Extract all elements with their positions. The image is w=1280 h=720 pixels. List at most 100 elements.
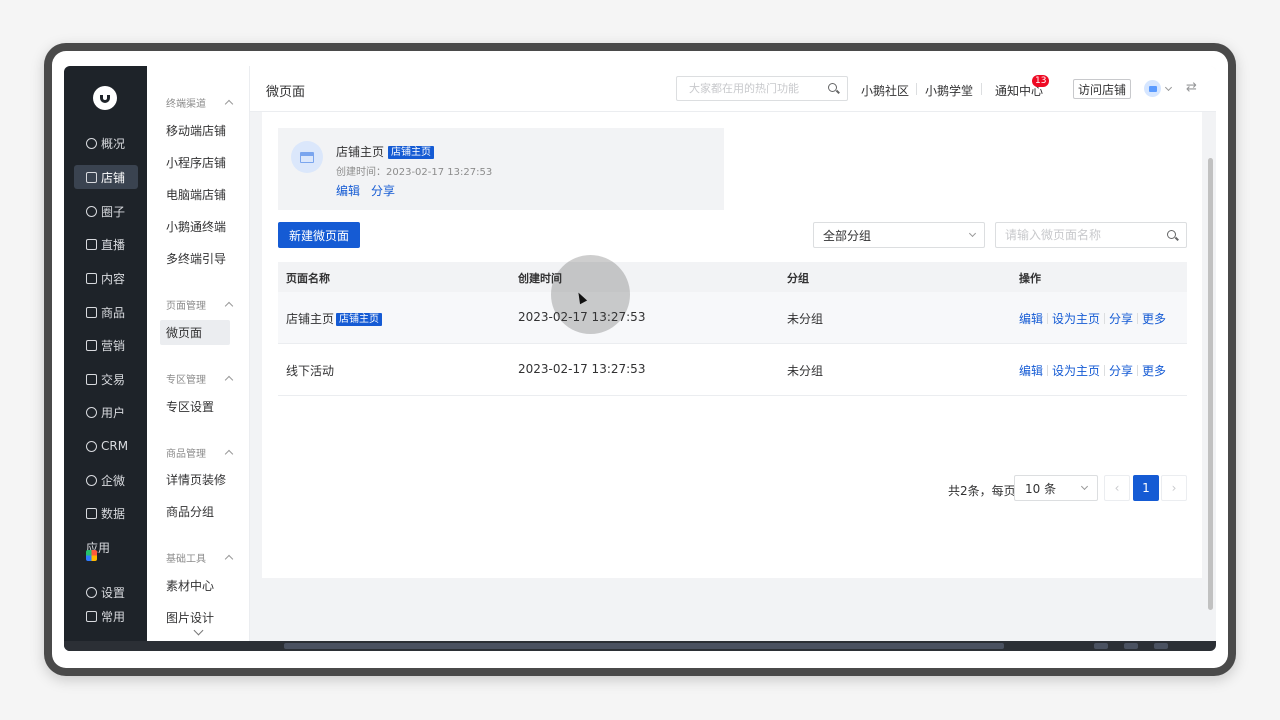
nav-item-frequent[interactable]: 常用 xyxy=(74,604,138,628)
share-link[interactable]: 分享 xyxy=(1109,310,1133,327)
group-cell: 未分组 xyxy=(787,312,824,326)
more-link[interactable]: 更多 xyxy=(1142,310,1166,327)
bottom-dock xyxy=(64,641,1216,651)
subnav-item-micro-page[interactable]: 微页面 xyxy=(160,320,230,345)
group-select[interactable]: 全部分组 xyxy=(813,222,985,248)
new-micro-page-button[interactable]: 新建微页面 xyxy=(278,222,360,248)
nav-item-overview[interactable]: 概况 xyxy=(74,131,138,155)
page-search-input[interactable] xyxy=(1005,228,1155,242)
page-name-cell: 店铺主页 店铺主页 xyxy=(286,310,383,327)
nav-item-store[interactable]: 店铺 xyxy=(74,165,138,189)
subnav-item-goods-group[interactable]: 商品分组 xyxy=(160,499,230,524)
home-card-edit-link[interactable]: 编辑 xyxy=(336,182,360,199)
nav-item-community[interactable]: 圈子 xyxy=(74,199,138,223)
screen: 概况 店铺 圈子 直播 内容 商品 营销 交易 用户 CRM 企微 数据 应用 … xyxy=(52,51,1228,668)
divider xyxy=(981,83,982,95)
subnav-group-tools[interactable]: 基础工具 xyxy=(166,550,234,565)
global-search[interactable] xyxy=(676,76,848,101)
nav-item-wecom[interactable]: 企微 xyxy=(74,468,138,492)
swap-icon[interactable]: ⇄ xyxy=(1186,80,1197,95)
store-icon xyxy=(291,141,323,173)
subnav-group-pages[interactable]: 页面管理 xyxy=(166,297,234,312)
share-link[interactable]: 分享 xyxy=(1109,362,1133,379)
nav-item-label: 概况 xyxy=(101,136,126,151)
nav-item-label: 内容 xyxy=(101,271,126,286)
user-icon xyxy=(86,406,97,418)
dock-icon[interactable] xyxy=(1094,643,1108,649)
table-row[interactable]: 店铺主页 店铺主页 2023-02-17 13:27:53 未分组 编辑 设为主页… xyxy=(278,292,1187,344)
set-home-link[interactable]: 设为主页 xyxy=(1052,310,1100,327)
nav-item-goods[interactable]: 商品 xyxy=(74,300,138,324)
nav-item-marketing[interactable]: 营销 xyxy=(74,333,138,357)
crm-icon xyxy=(86,440,97,452)
chevron-up-icon xyxy=(224,99,234,109)
nav-item-user[interactable]: 用户 xyxy=(74,400,138,424)
global-search-input[interactable] xyxy=(689,82,819,95)
subnav-item-miniprogram-store[interactable]: 小程序店铺 xyxy=(160,150,230,175)
chevron-up-icon xyxy=(224,554,234,564)
subnav-item-pc-store[interactable]: 电脑端店铺 xyxy=(160,182,230,207)
page-size-select[interactable]: 10 条 xyxy=(1014,475,1098,501)
subnav-group-goods[interactable]: 商品管理 xyxy=(166,445,234,460)
nav-item-label: CRM xyxy=(101,439,129,453)
table-row[interactable]: 线下活动 2023-02-17 13:27:53 未分组 编辑 设为主页 分享 … xyxy=(278,344,1187,396)
avatar[interactable] xyxy=(1144,80,1161,97)
chevron-left-icon: ‹ xyxy=(1114,481,1120,495)
page-name[interactable]: 店铺主页 xyxy=(286,312,334,326)
nav-item-settings[interactable]: 设置 xyxy=(74,580,138,604)
chevron-down-icon xyxy=(1080,482,1089,491)
nav-item-label: 设置 xyxy=(101,585,126,600)
edit-link[interactable]: 编辑 xyxy=(1019,362,1043,379)
page-number-button[interactable]: 1 xyxy=(1133,475,1159,501)
divider xyxy=(916,83,917,95)
chevron-down-icon xyxy=(968,229,977,238)
apps-icon xyxy=(86,550,97,561)
page-name-cell[interactable]: 线下活动 xyxy=(286,362,334,379)
nav-item-data[interactable]: 数据 xyxy=(74,501,138,525)
subnav-group-title: 页面管理 xyxy=(166,301,206,312)
app-logo[interactable] xyxy=(93,86,117,110)
column-header-group: 分组 xyxy=(787,272,809,285)
subnav-item-image-design[interactable]: 图片设计 xyxy=(160,605,230,630)
store-home-card: 店铺主页 店铺主页 创建时间：2023-02-17 13:27:53 编辑 分享 xyxy=(278,128,724,210)
notification-badge: 13 xyxy=(1032,75,1050,87)
nav-item-apps[interactable]: 应用 xyxy=(74,535,138,561)
search-icon[interactable] xyxy=(1167,230,1178,241)
search-icon[interactable] xyxy=(828,83,839,94)
page-search[interactable] xyxy=(995,222,1187,248)
more-link[interactable]: 更多 xyxy=(1142,362,1166,379)
home-card-share-link[interactable]: 分享 xyxy=(371,182,395,199)
subnav-item-zone-settings[interactable]: 专区设置 xyxy=(160,394,230,419)
nav-item-label: 营销 xyxy=(101,338,126,353)
subnav-item-material-center[interactable]: 素材中心 xyxy=(160,573,230,598)
nav-item-label: 店铺 xyxy=(101,170,126,185)
subnav-item-multi-terminal-guide[interactable]: 多终端引导 xyxy=(160,246,230,271)
edit-link[interactable]: 编辑 xyxy=(1019,310,1043,327)
scrollbar-thumb[interactable] xyxy=(1208,158,1213,610)
chevron-up-icon xyxy=(224,449,234,459)
chevron-down-icon[interactable] xyxy=(1164,83,1173,92)
community-link[interactable]: 小鹅社区 xyxy=(861,82,909,99)
wecom-icon xyxy=(86,474,97,486)
nav-item-crm[interactable]: CRM xyxy=(74,434,138,458)
prev-page-button[interactable]: ‹ xyxy=(1104,475,1130,501)
nav-item-live[interactable]: 直播 xyxy=(74,232,138,256)
nav-item-trade[interactable]: 交易 xyxy=(74,367,138,391)
page-size-value: 10 条 xyxy=(1025,481,1057,496)
next-page-button[interactable]: › xyxy=(1161,475,1187,501)
subnav-group-terminal[interactable]: 终端渠道 xyxy=(166,95,234,110)
chevron-up-icon xyxy=(224,301,234,311)
set-home-link[interactable]: 设为主页 xyxy=(1052,362,1100,379)
subnav-item-detail-decoration[interactable]: 详情页装修 xyxy=(160,467,230,492)
academy-link[interactable]: 小鹅学堂 xyxy=(925,82,973,99)
subnav-group-zones[interactable]: 专区管理 xyxy=(166,371,234,386)
secondary-sidebar: 终端渠道 移动端店铺 小程序店铺 电脑端店铺 小鹅通终端 多终端引导 页面管理 … xyxy=(147,66,250,651)
subnav-item-mobile-store[interactable]: 移动端店铺 xyxy=(160,118,230,143)
nav-item-content[interactable]: 内容 xyxy=(74,266,138,290)
dock-icon[interactable] xyxy=(1154,643,1168,649)
dock-icon[interactable] xyxy=(1124,643,1138,649)
subnav-item-xet-terminal[interactable]: 小鹅通终端 xyxy=(160,214,230,239)
visit-store-button[interactable]: 访问店铺 xyxy=(1073,79,1131,99)
nav-item-label: 商品 xyxy=(101,305,126,320)
home-tag: 店铺主页 xyxy=(336,313,383,326)
